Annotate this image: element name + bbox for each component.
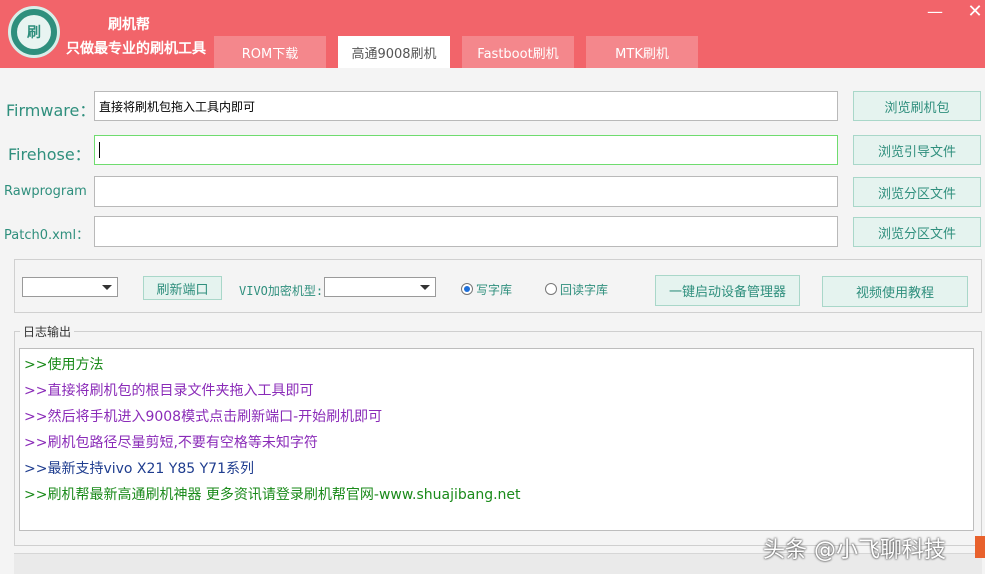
log-line: >>直接将刷机包的根目录文件夹拖入工具即可 — [24, 383, 314, 399]
browse-rawprogram-button[interactable]: 浏览分区文件 — [853, 177, 981, 207]
log-line: >>最新支持vivo X21 Y85 Y71系列 — [24, 461, 254, 477]
close-icon[interactable]: ✕ — [964, 1, 985, 22]
log-line: >>刷机帮最新高通刷机神器 更多资讯请登录刷机帮官网-www.shuajiban… — [24, 487, 521, 503]
minimize-icon[interactable]: — — [924, 2, 946, 22]
log-title: 日志输出 — [20, 323, 75, 340]
app-name: 刷机帮 — [108, 17, 150, 33]
read-radio[interactable] — [545, 283, 557, 295]
patch0-label: Patch0.xml： — [4, 228, 90, 243]
firehose-label: Firehose： — [8, 145, 91, 164]
log-line: >>使用方法 — [24, 357, 104, 373]
tab-fastboot[interactable]: Fastboot刷机 — [462, 36, 574, 68]
log-line: >>然后将手机进入9008模式点击刷新端口-开始刷机即可 — [24, 409, 383, 425]
device-manager-button[interactable]: 一键启动设备管理器 — [655, 275, 800, 306]
chevron-down-icon — [420, 285, 430, 290]
tab-mtk[interactable]: MTK刷机 — [586, 36, 698, 68]
vivo-encrypted-label: VIVO加密机型: — [239, 284, 324, 298]
tab-qualcomm-9008[interactable]: 高通9008刷机 — [338, 36, 450, 68]
browse-firehose-button[interactable]: 浏览引导文件 — [853, 135, 981, 165]
title-bar: 刷 刷机帮 只做最专业的刷机工具 ROM下载 高通9008刷机 Fastboot… — [0, 0, 985, 68]
watermark-badge-icon — [975, 536, 985, 558]
write-radio[interactable] — [461, 283, 473, 295]
refresh-port-button[interactable]: 刷新端口 — [143, 276, 222, 300]
log-line: >>刷机包路径尽量剪短,不要有空格等未知字符 — [24, 435, 318, 451]
firmware-label: Firmware： — [6, 101, 96, 120]
patch0-input[interactable] — [94, 216, 838, 247]
rawprogram-label: Rawprogram — [4, 184, 87, 199]
watermark: 头条 @小飞聊科技 — [763, 538, 946, 563]
video-tutorial-button[interactable]: 视频使用教程 — [822, 276, 968, 307]
app-logo: 刷 — [8, 6, 60, 58]
rawprogram-input[interactable] — [94, 176, 838, 207]
write-radio-label: 写字库 — [476, 283, 513, 297]
log-output[interactable]: >>使用方法 >>直接将刷机包的根目录文件夹拖入工具即可 >>然后将手机进入90… — [19, 348, 974, 531]
vivo-model-select[interactable] — [324, 277, 436, 297]
port-select[interactable] — [22, 277, 118, 297]
logo-glyph: 刷 — [17, 15, 51, 49]
firmware-input[interactable]: 直接将刷机包拖入工具内即可 — [94, 91, 838, 121]
app-slogan: 只做最专业的刷机工具 — [66, 41, 206, 57]
tab-rom-download[interactable]: ROM下载 — [214, 36, 326, 68]
chevron-down-icon — [102, 285, 112, 290]
text-caret — [99, 142, 100, 158]
browse-firmware-button[interactable]: 浏览刷机包 — [853, 91, 981, 121]
browse-patch0-button[interactable]: 浏览分区文件 — [853, 217, 981, 247]
read-radio-label: 回读字库 — [560, 283, 609, 297]
firehose-input[interactable] — [94, 135, 838, 165]
